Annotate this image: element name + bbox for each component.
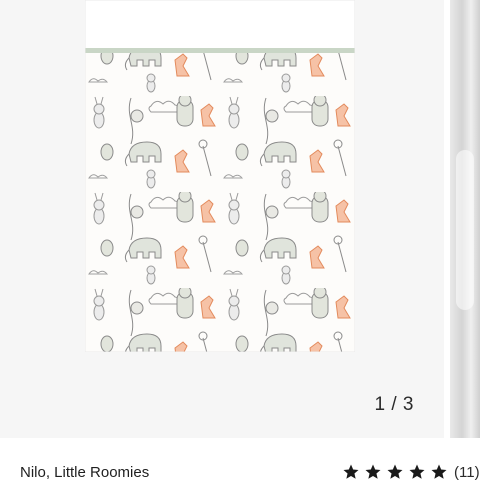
star-icon <box>365 464 381 479</box>
image-counter: 1 / 3 <box>374 394 414 415</box>
product-title[interactable]: Nilo, Little Roomies <box>20 464 149 481</box>
star-icon <box>431 464 447 479</box>
star-icon <box>409 464 425 479</box>
product-image[interactable] <box>85 0 355 352</box>
product-info-bar: Nilo, Little Roomies (11) <box>0 438 480 481</box>
rating-summary[interactable]: (11) <box>342 463 480 481</box>
preview-shadow <box>456 150 474 310</box>
review-count[interactable]: (11) <box>454 464 480 481</box>
star-icon <box>343 464 359 479</box>
star-icon <box>387 464 403 479</box>
next-image-preview[interactable] <box>450 0 480 438</box>
image-carousel[interactable]: 1 / 3 <box>0 0 444 438</box>
